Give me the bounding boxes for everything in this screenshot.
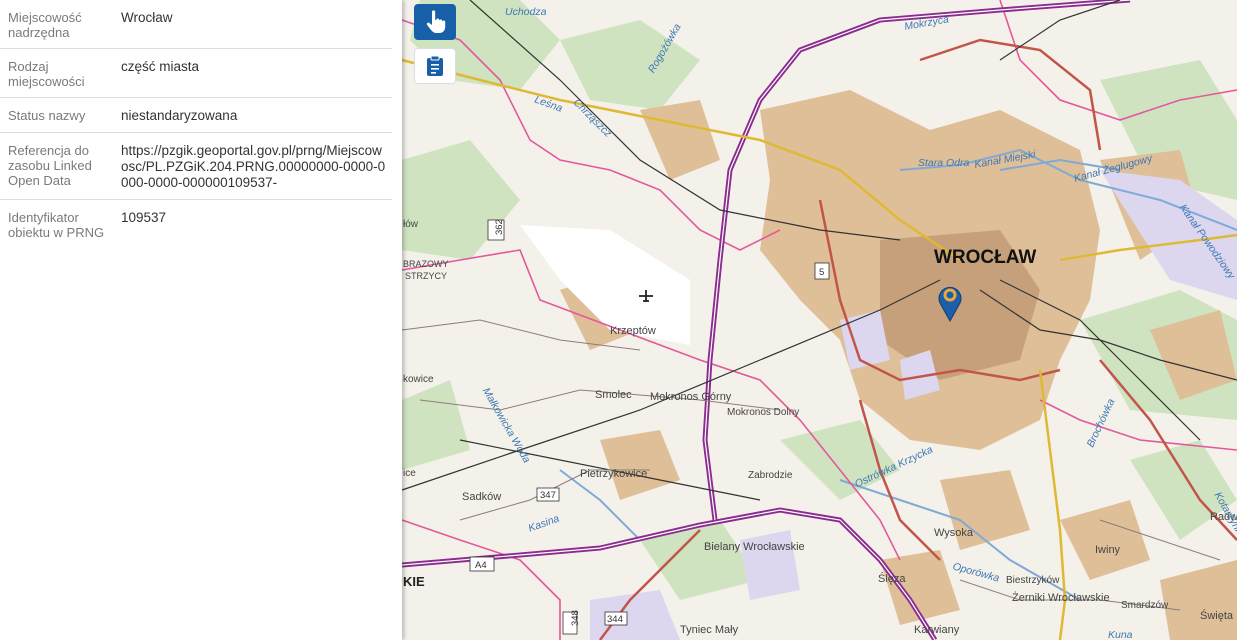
- object-info-panel: Miejscowość nadrzędna Wrocław Rodzaj mie…: [0, 0, 402, 640]
- place-label: Święta: [1200, 609, 1234, 622]
- attribute-row: Referencja do zasobu Linked Open Data ht…: [0, 133, 392, 200]
- road-number: 362: [494, 219, 505, 235]
- place-label: Smardzów: [1121, 600, 1169, 611]
- attribute-value: część miasta: [121, 59, 200, 74]
- edge-label: KIE: [403, 574, 425, 589]
- place-label: Krzeptów: [610, 325, 656, 337]
- river-label: Kuna: [1108, 629, 1133, 640]
- edge-label: BRAZOWY: [403, 259, 449, 269]
- attribute-row: Miejscowość nadrzędna Wrocław: [0, 0, 392, 49]
- place-label: Iwiny: [1095, 544, 1121, 556]
- clipboard-icon: [427, 55, 443, 76]
- city-label: WROCŁAW: [934, 247, 1036, 268]
- place-label: Karwiany: [914, 624, 960, 636]
- place-label: Mokronos Dolny: [727, 407, 799, 418]
- road-number: 347: [540, 490, 556, 501]
- place-label: Tyniec Mały: [680, 624, 739, 636]
- attribute-value: 109537: [121, 210, 167, 225]
- place-label: Bielany Wrocławskie: [704, 541, 805, 553]
- road-number: 344: [607, 614, 623, 625]
- place-label: Smolec: [595, 389, 632, 401]
- attribute-label: Identyfikator obiektu w PRNG: [8, 210, 105, 240]
- attribute-value: niestandaryzowana: [121, 108, 238, 123]
- clipboard-button[interactable]: [414, 48, 456, 84]
- attribute-label: Referencja do zasobu Linked Open Data: [8, 143, 92, 188]
- attribute-label: Miejscowość nadrzędna: [8, 10, 82, 40]
- river-label: Stara Odra: [918, 157, 970, 169]
- road-number: 5: [819, 267, 824, 278]
- attribute-row: Identyfikator obiektu w PRNG 109537: [0, 200, 392, 248]
- river-label: Uchodza: [505, 6, 547, 18]
- attribute-label: Status nazwy: [8, 108, 86, 123]
- edge-label: ice: [403, 468, 416, 479]
- place-label: Pietrzykowice: [580, 468, 647, 480]
- attribute-label: Rodzaj miejscowości: [8, 59, 85, 89]
- place-label: Biestrzyków: [1006, 575, 1060, 586]
- place-label: Ślęza: [878, 572, 906, 585]
- edge-label: kowice: [403, 374, 434, 385]
- attribute-row: Rodzaj miejscowości część miasta: [0, 49, 392, 98]
- edge-label: łów: [403, 219, 419, 230]
- place-label: Mokronos Górny: [650, 391, 732, 403]
- place-label: Zabrodzie: [748, 470, 793, 481]
- attribute-value: Wrocław: [121, 10, 173, 25]
- place-label: Żerniki Wrocławskie: [1012, 591, 1110, 604]
- edge-label: STRZYCY: [405, 271, 447, 281]
- lod-reference-link[interactable]: https://pzgik.geoportal.gov.pl/prng/Miej…: [121, 133, 392, 199]
- place-label: Wysoka: [934, 527, 974, 539]
- attribute-row: Status nazwy niestandaryzowana: [0, 98, 392, 133]
- identify-tool-button[interactable]: [414, 4, 456, 40]
- pointer-hand-icon: [426, 10, 446, 33]
- road-number: A4: [475, 560, 487, 571]
- place-label: Sadków: [462, 491, 501, 503]
- road-number: 348: [570, 610, 581, 626]
